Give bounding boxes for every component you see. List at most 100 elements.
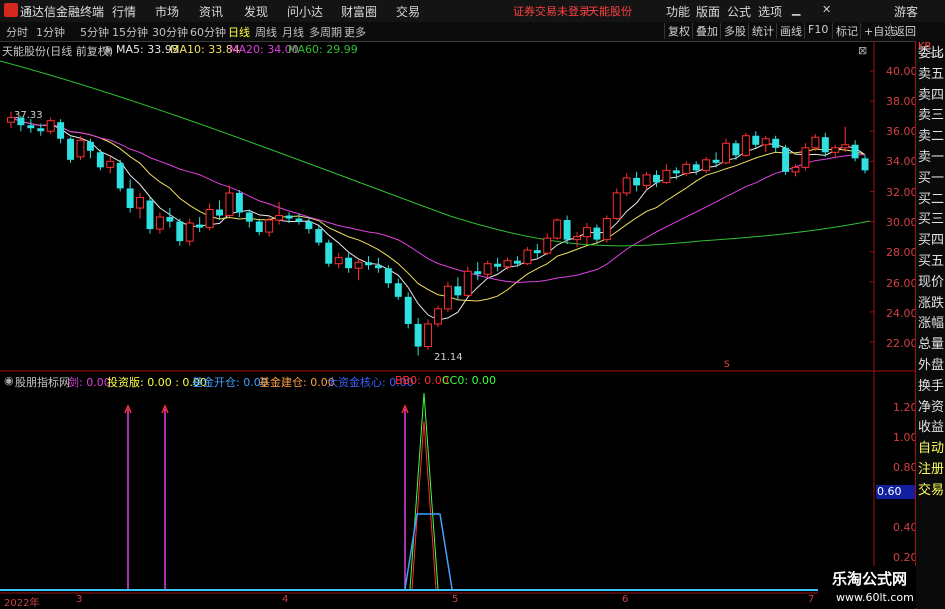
watermark-text: 乐淘公式网	[832, 570, 908, 588]
candle-body	[831, 147, 840, 153]
candle-body	[305, 221, 313, 230]
tab-60min[interactable]: 60分钟	[190, 24, 226, 40]
quote-panel-item[interactable]: 注册	[918, 460, 944, 480]
tab-weekly[interactable]: 周线	[255, 24, 277, 40]
candle-body	[732, 143, 740, 156]
toolbar-draw[interactable]: 画线	[776, 23, 805, 39]
window-min-icon[interactable]: ▁	[792, 3, 800, 16]
quote-panel-item[interactable]: 自动	[918, 439, 944, 459]
toolbar-mark[interactable]: 标记	[832, 23, 861, 39]
ma-settings-icon[interactable]: ◉	[103, 43, 113, 56]
x-axis-label: 3	[76, 594, 83, 605]
tab-30min[interactable]: 30分钟	[152, 24, 188, 40]
candle-body	[116, 162, 124, 189]
price-tick: 24.00	[886, 307, 918, 320]
tab-15min[interactable]: 15分钟	[112, 24, 148, 40]
quote-panel-item: 卖四	[918, 87, 945, 103]
indicator-tick: 1.00	[893, 431, 918, 444]
candle-body	[345, 257, 353, 269]
tab-5min[interactable]: 5分钟	[80, 24, 109, 40]
candle-body	[782, 147, 790, 172]
guest-label[interactable]: 游客	[894, 3, 918, 20]
candle-body	[235, 192, 243, 213]
tab-1min[interactable]: 1分钟	[36, 24, 65, 40]
quote-panel-item[interactable]: 交易	[918, 481, 944, 501]
candle-body	[275, 215, 284, 221]
candle-body	[474, 271, 482, 275]
tab-more[interactable]: 更多	[344, 24, 366, 40]
quote-panel-item: 外盘	[918, 358, 945, 373]
candle-body	[553, 219, 562, 239]
price-tick: 22.00	[886, 337, 918, 350]
tab-monthly[interactable]: 月线	[282, 24, 304, 40]
candle-body	[443, 285, 452, 310]
x-axis-label: 6	[622, 594, 629, 605]
candle-body	[851, 144, 859, 159]
app-title: 通达信金融终端	[20, 5, 105, 19]
indicator-tick: 0.80	[893, 461, 918, 474]
stock-label: 天能股份(日线 前复权)	[2, 45, 114, 58]
menu-trade[interactable]: 交易	[396, 3, 420, 20]
tab-daily[interactable]: 日线	[228, 24, 250, 40]
candle-body	[136, 196, 145, 209]
toolbar-overlay[interactable]: 叠加	[692, 23, 721, 39]
candle-body	[96, 152, 104, 168]
candle-body	[841, 144, 850, 149]
header-stock-name: 天能股份	[588, 5, 632, 18]
candle-body	[325, 242, 333, 264]
indicator-settings-icon[interactable]: ◉	[4, 374, 14, 387]
quote-panel-item: 现价	[918, 274, 945, 290]
tab-intraday[interactable]: 分时	[6, 24, 28, 40]
toolbar-back[interactable]: 返回	[890, 23, 919, 39]
x-axis-label: 2022年	[4, 598, 40, 609]
candle-body	[712, 159, 720, 163]
indicator-value-cc0: CC0: 0.00	[442, 374, 497, 387]
menu-news[interactable]: 资讯	[199, 3, 223, 20]
quote-panel-item: 总量	[918, 337, 945, 353]
menu-ask[interactable]: 问小达	[287, 3, 323, 20]
quote-panel-item: 换手	[918, 378, 945, 394]
indicator-name: 股朋指标网	[15, 376, 70, 389]
quote-panel-item: 净资	[918, 399, 945, 415]
menu-formula[interactable]: 公式	[727, 3, 751, 20]
candle-body	[205, 209, 214, 229]
tab-multi-period[interactable]: 多周期	[309, 24, 342, 40]
toolbar-stats[interactable]: 统计	[748, 23, 777, 39]
menu-wealth[interactable]: 财富圈	[341, 3, 377, 20]
candle-body	[741, 135, 750, 156]
candle-body	[861, 158, 869, 171]
toolbar-f10[interactable]: F10	[804, 23, 831, 39]
candle-body	[582, 227, 591, 238]
candle-body	[722, 142, 730, 164]
candle-body	[76, 139, 85, 158]
login-notice[interactable]: 证券交易未登录	[513, 3, 590, 19]
menu-function[interactable]: 功能	[666, 3, 690, 20]
candle-body	[702, 159, 711, 171]
candle-body	[315, 229, 323, 243]
candle-body	[404, 296, 412, 324]
quote-panel-item: 买一	[918, 170, 945, 186]
candle-body	[752, 135, 760, 145]
menu-layout[interactable]: 版面	[696, 3, 720, 20]
candle-body	[642, 174, 651, 186]
expand-icon[interactable]: ⊠	[858, 44, 867, 57]
watermark: 乐淘公式网 www.60lt.com	[818, 566, 916, 608]
candle-body	[245, 212, 253, 222]
menu-market[interactable]: 市场	[155, 3, 179, 20]
toolbar-adjust[interactable]: 复权	[664, 23, 693, 39]
price-tick: 36.00	[886, 125, 918, 138]
candle-body	[126, 188, 134, 209]
toolbar-multi-stock[interactable]: 多股	[720, 23, 749, 39]
menu-market-quotes[interactable]: 行情	[112, 3, 136, 20]
candle-body	[533, 250, 541, 254]
candle-body	[67, 138, 75, 160]
menu-options[interactable]: 选项	[758, 3, 782, 20]
window-close-icon[interactable]: ✕	[822, 3, 831, 16]
x-axis-label: 7	[808, 594, 815, 605]
candle-body	[692, 164, 700, 171]
chart-area[interactable]	[0, 41, 915, 609]
quote-panel-item: 卖五	[918, 66, 945, 82]
menu-discover[interactable]: 发现	[244, 3, 268, 20]
price-tick: 30.00	[886, 216, 918, 229]
candle-body	[106, 160, 115, 168]
